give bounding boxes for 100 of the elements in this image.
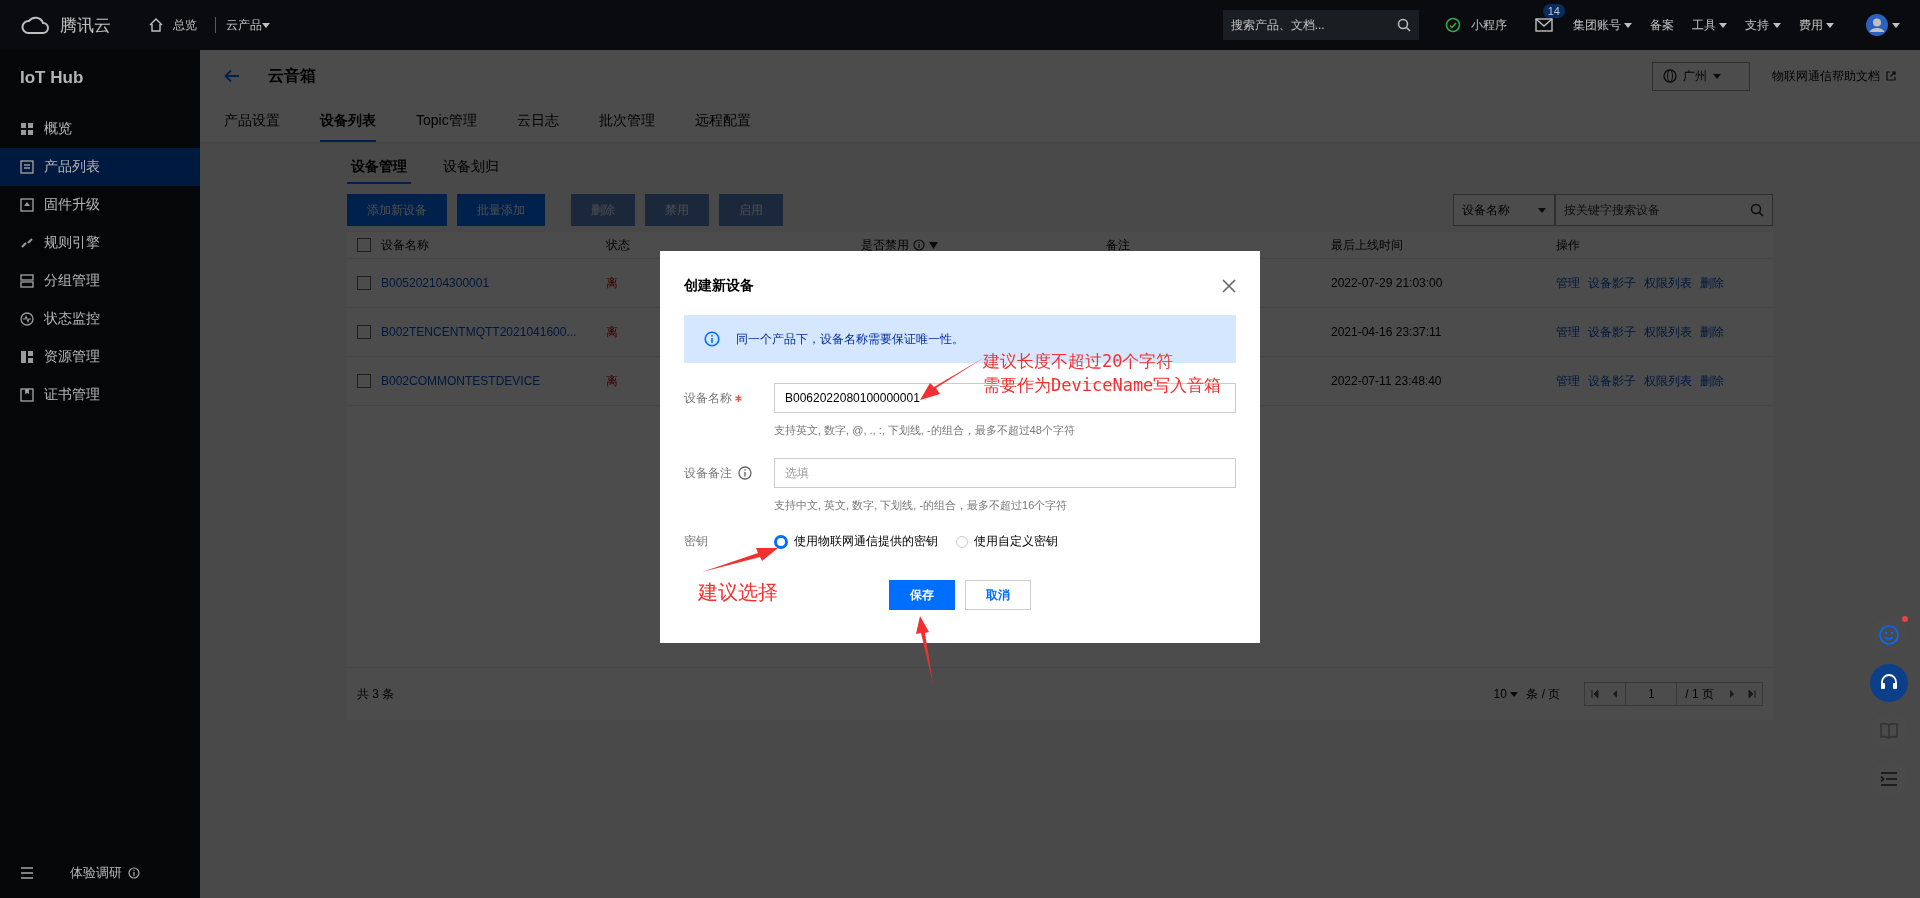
operation-link[interactable]: 设备影子 [1588,372,1636,390]
sidebar-item[interactable]: 概览 [0,110,200,148]
notification-badge: 14 [1542,4,1565,18]
annotation-arrow [920,357,985,400]
caret-icon [1719,22,1728,28]
action-button[interactable]: 批量添加 [457,194,545,226]
menu-icon[interactable] [20,867,34,879]
caret-icon [1772,22,1781,28]
checkbox[interactable] [357,374,371,388]
status-cell: 离 [606,323,618,341]
tab[interactable]: Topic管理 [416,102,477,142]
tab[interactable]: 云日志 [516,102,559,142]
filter-icon[interactable] [929,241,938,249]
operation-link[interactable]: 删除 [1700,274,1724,292]
overview-link[interactable]: 总览 [173,16,197,34]
checkbox[interactable] [357,276,371,290]
top-menu[interactable]: 备案 [1649,16,1674,34]
list-icon [1880,771,1898,787]
sidebar-item[interactable]: 产品列表 [0,148,200,186]
tab[interactable]: 设备列表 [320,102,376,142]
survey-link[interactable]: 体验调研 [70,864,122,882]
top-menu[interactable]: 工具 [1691,16,1728,34]
operation-link[interactable]: 设备影子 [1588,323,1636,341]
total-count: 共 3 条 [357,685,395,703]
annotation-text: 建议选择 [698,580,778,604]
cancel-button[interactable]: 取消 [965,580,1031,610]
smiley-icon [1878,624,1900,646]
operation-link[interactable]: 管理 [1556,274,1580,292]
tab[interactable]: 批次管理 [598,102,655,142]
top-menu[interactable]: 集团账号 [1572,16,1632,34]
top-menu[interactable]: 支持 [1745,16,1781,34]
operation-link[interactable]: 管理 [1556,372,1580,390]
help-link[interactable]: 物联网通信帮助文档 [1772,67,1880,85]
external-link-icon [1886,71,1896,81]
field-label: 设备名称 [684,389,732,407]
caret-icon [1623,22,1632,28]
tab[interactable]: 设备管理 [347,152,411,184]
info-icon [704,331,720,347]
tab[interactable]: 远程配置 [694,102,751,142]
region-select[interactable]: 广州 [1652,61,1750,91]
close-icon[interactable] [1222,279,1236,293]
info-icon [738,466,752,480]
last-online-cell: 2022-07-29 21:03:00 [1331,276,1443,290]
notice-text: 同一个产品下，设备名称需要保证唯一性。 [736,330,964,348]
checkbox[interactable] [357,238,371,252]
top-menu[interactable]: 费用 [1798,16,1834,34]
last-online-cell: 2022-07-11 23:48:40 [1331,374,1442,388]
operation-link[interactable]: 管理 [1556,323,1580,341]
info-icon [913,239,925,251]
caret-icon [262,22,270,28]
tab[interactable]: 产品设置 [224,102,280,142]
mini-program-link[interactable]: 小程序 [1470,16,1507,34]
page-count: / 1 页 [1684,685,1715,703]
mini-program-icon [1444,17,1461,33]
field-label: 设备备注 [684,464,732,482]
radio-option[interactable]: 使用自定义密钥 [956,533,1058,550]
checkbox[interactable] [357,325,371,339]
column-header: 设备名称 [381,236,429,254]
caret-icon [1892,22,1900,28]
device-name-link[interactable]: B002TENCENTMQTT2021041600... [381,325,577,339]
save-button[interactable]: 保存 [889,580,955,610]
sidebar-item[interactable]: 状态监控 [0,300,200,338]
column-header: 操作 [1556,236,1580,254]
operation-link[interactable]: 删除 [1700,372,1724,390]
sidebar-item[interactable]: 固件升级 [0,186,200,224]
cloud-logo-icon [20,15,50,35]
operation-link[interactable]: 权限列表 [1644,274,1692,292]
search-field[interactable]: 搜索产品、文档... [1222,10,1419,40]
sidebar-item[interactable]: 分组管理 [0,262,200,300]
annotation-arrow [916,616,933,684]
page-input[interactable]: 1 [1625,683,1678,705]
operation-link[interactable]: 删除 [1700,323,1724,341]
square-icon [20,350,34,364]
caret-icon [1510,691,1519,697]
sidebar-item[interactable]: 规则引擎 [0,224,200,262]
last-online-cell: 2021-04-16 23:37:11 [1331,325,1442,339]
sidebar-item[interactable]: 证书管理 [0,376,200,414]
brand-name[interactable]: 腾讯云 [60,13,111,37]
tab[interactable]: 设备划归 [439,152,503,184]
account-menu[interactable] [1866,14,1900,36]
page-size-select[interactable]: 10 [1493,687,1519,701]
field-select[interactable]: 设备名称 [1453,194,1555,226]
column-header: 是否禁用 [861,236,909,254]
mail-icon[interactable] [1534,18,1553,32]
square-icon [20,388,34,402]
square-icon [20,122,34,136]
device-name-link[interactable]: B002COMMONTESTDEVICE [381,374,541,388]
operation-link[interactable]: 设备影子 [1588,274,1636,292]
action-button[interactable]: 添加新设备 [347,194,447,226]
device-name-link[interactable]: B005202104300001 [381,276,490,290]
pulse-icon [20,312,34,326]
products-menu[interactable]: 云产品 [226,16,270,34]
device-remark-field[interactable]: 选填 [774,458,1236,488]
sidebar-item[interactable]: 资源管理 [0,338,200,376]
link-icon [20,236,34,250]
page-title: 云音箱 [268,65,316,86]
column-header: 备注 [1106,236,1130,254]
back-arrow-icon[interactable] [224,69,240,83]
operation-link[interactable]: 权限列表 [1644,372,1692,390]
operation-link[interactable]: 权限列表 [1644,323,1692,341]
